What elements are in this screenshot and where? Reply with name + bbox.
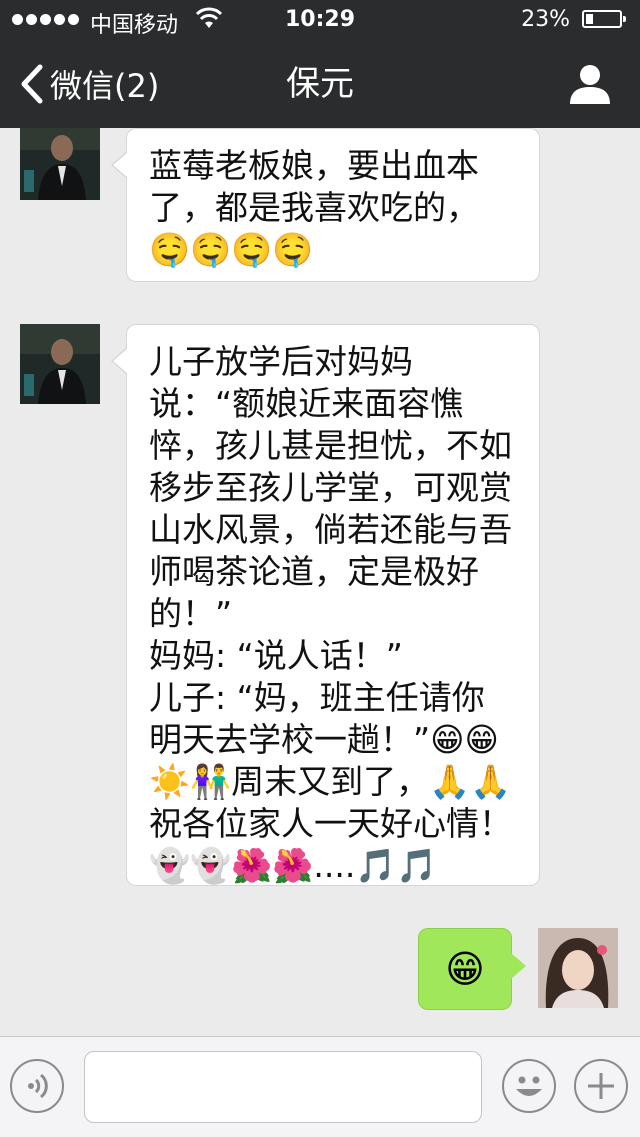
status-bar: 中国移动 10:29 23%: [0, 0, 640, 40]
chat-title: 保元: [286, 64, 354, 104]
battery-icon: [582, 10, 626, 28]
message-input[interactable]: [84, 1051, 482, 1123]
person-icon[interactable]: [568, 62, 612, 106]
contact-avatar[interactable]: [20, 324, 100, 404]
voice-icon: [28, 1073, 48, 1099]
plus-icon: [588, 1073, 614, 1099]
battery-percentage: 23%: [521, 7, 570, 32]
message-text: 😁: [445, 947, 485, 991]
input-toolbar: [0, 1036, 640, 1137]
message-bubble-incoming[interactable]: 蓝莓老板娘，要出血本了，都是我喜欢吃的，🤤🤤🤤🤤: [111, 128, 540, 282]
contact-avatar-image: [20, 128, 100, 200]
message-bubble-incoming[interactable]: 儿子放学后对妈妈说：“额娘近来面容憔悴，孩儿甚是担忧，不如移步至孩儿学堂，可观赏…: [111, 324, 540, 886]
emoji-button[interactable]: [502, 1059, 556, 1113]
message-bubble-outgoing[interactable]: 😁: [418, 928, 526, 1010]
message-text: 儿子放学后对妈妈说：“额娘近来面容憔悴，孩儿甚是担忧，不如移步至孩儿学堂，可观赏…: [149, 342, 512, 885]
voice-button[interactable]: [10, 1059, 64, 1113]
my-avatar[interactable]: [538, 928, 618, 1008]
chat-area[interactable]: 蓝莓老板娘，要出血本了，都是我喜欢吃的，🤤🤤🤤🤤 儿子放学后对妈妈说：“额娘近来…: [0, 128, 640, 1036]
navigation-bar: 微信(2) 保元: [0, 40, 640, 128]
smiley-icon: [516, 1076, 542, 1096]
contact-avatar-image: [20, 324, 100, 404]
contact-avatar[interactable]: [20, 128, 100, 200]
plus-button[interactable]: [574, 1059, 628, 1113]
message-text: 蓝莓老板娘，要出血本了，都是我喜欢吃的，🤤🤤🤤🤤: [149, 146, 479, 269]
my-avatar-image: [538, 928, 618, 1008]
